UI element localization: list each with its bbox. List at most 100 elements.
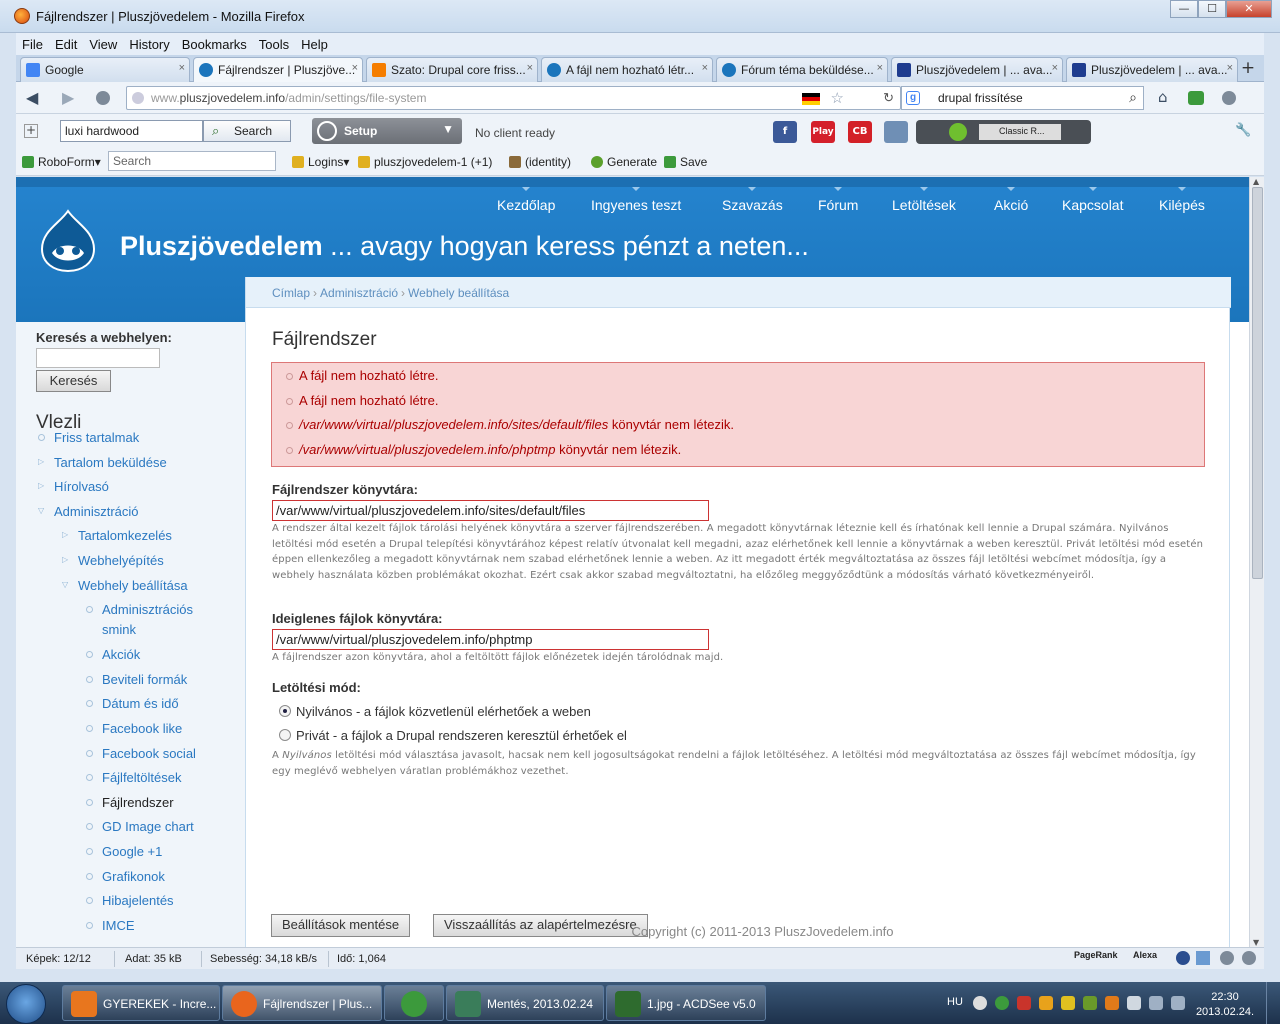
sidebar-item-continued[interactable]: smink [102, 622, 136, 637]
taskbar-item-mail[interactable]: GYEREKEK - Incre... [62, 985, 220, 1021]
language-indicator[interactable]: HU [947, 996, 963, 1008]
radio-unchecked-icon[interactable] [279, 729, 291, 741]
search-icon[interactable]: ⌕ [1129, 89, 1137, 106]
tray-icon[interactable] [1083, 996, 1097, 1010]
nav-kezdolap[interactable]: Kezdőlap [497, 187, 555, 213]
settings-icon[interactable] [1220, 951, 1234, 965]
tray-icon[interactable] [1017, 996, 1031, 1010]
generate-button[interactable]: Generate [591, 155, 657, 169]
playvids-icon[interactable]: Play [811, 121, 835, 143]
taskbar-item-firefox[interactable]: Fájlrendszer | Plus... [222, 985, 382, 1021]
home-icon[interactable]: ⌂ [1158, 88, 1168, 106]
tab-forum-tema[interactable]: Fórum téma beküldése... × [716, 57, 888, 82]
nav-akcio[interactable]: Akció [994, 187, 1028, 213]
network-icon[interactable] [1149, 996, 1163, 1010]
back-button[interactable]: ◀ [26, 88, 38, 107]
save-button[interactable]: Save [664, 155, 707, 169]
toolbar-search-button[interactable]: ⌕ Search [203, 120, 291, 142]
station-select[interactable]: Classic R... [979, 124, 1061, 140]
bookmark-star-icon[interactable]: ☆ [831, 89, 844, 107]
close-tab-icon[interactable]: × [1052, 62, 1058, 74]
facebook-icon[interactable]: f [773, 121, 797, 143]
menu-tools[interactable]: Tools [253, 37, 295, 52]
tab-fajlrendszer[interactable]: Fájlrendszer | Pluszjöve... × [193, 57, 363, 82]
login-bookmark[interactable]: pluszjovedelem-1 (+1) [358, 155, 492, 169]
tab-szato[interactable]: Szato: Drupal core friss... × [366, 57, 538, 82]
sidebar-item[interactable]: Beviteli formák [102, 672, 187, 687]
tray-icon[interactable] [1039, 996, 1053, 1010]
nav-forum[interactable]: Fórum [818, 187, 858, 213]
play-icon[interactable] [949, 123, 967, 141]
site-name[interactable]: Pluszjövedelem ... avagy hogyan keress p… [120, 231, 809, 262]
breadcrumb-adminisztracio[interactable]: Adminisztráció [320, 286, 398, 300]
cb-icon[interactable]: CB [848, 121, 872, 143]
identity-menu[interactable]: (identity) [509, 155, 571, 169]
sidebar-item[interactable]: Facebook like [102, 721, 182, 736]
sidebar-item[interactable]: GD Image chart [102, 819, 194, 834]
roboform-menu[interactable]: RoboForm▾ [22, 155, 101, 169]
nav-letoltesek[interactable]: Letöltések [892, 187, 956, 213]
close-tab-icon[interactable]: × [179, 62, 185, 74]
menu-view[interactable]: View [83, 37, 123, 52]
alexa-indicator[interactable]: Alexa [1133, 950, 1157, 960]
sidebar-item[interactable]: Adminisztráció [54, 504, 139, 519]
download-private-radio[interactable]: Privát - a fájlok a Drupal rendszeren ke… [279, 728, 627, 743]
volume-icon[interactable] [1171, 996, 1185, 1010]
utorrent-setup-dropdown[interactable]: Setup ▼ [312, 118, 462, 144]
breadcrumb-cimlap[interactable]: Címlap [272, 286, 310, 300]
settings-icon[interactable] [1222, 91, 1236, 105]
roboform-search-input[interactable]: Search [108, 151, 276, 171]
menu-file[interactable]: File [16, 37, 49, 52]
drupal-logo-icon[interactable] [38, 209, 98, 273]
tray-icon[interactable] [1061, 996, 1075, 1010]
tab-pluszjovedelem-1[interactable]: Pluszjövedelem | ... ava... × [891, 57, 1063, 82]
close-tab-icon[interactable]: × [1227, 62, 1233, 74]
sp-icon[interactable] [1196, 951, 1210, 965]
tab-google[interactable]: Google × [20, 57, 190, 82]
close-tab-icon[interactable]: × [877, 62, 883, 74]
sidebar-item[interactable]: Webhely beállítása [78, 578, 188, 593]
reload-icon[interactable]: ↻ [883, 90, 894, 106]
sidebar-item[interactable]: Adminisztrációs [102, 602, 193, 617]
close-tab-icon[interactable]: × [352, 62, 358, 74]
site-identity-icon[interactable] [132, 92, 144, 104]
scrollbar-thumb[interactable] [1252, 187, 1263, 579]
nav-ingyenes-teszt[interactable]: Ingyenes teszt [591, 187, 681, 213]
nav-szavazas[interactable]: Szavazás [722, 187, 783, 213]
sidebar-item[interactable]: Fájlfeltöltések [102, 770, 181, 785]
sidebar-item[interactable]: Akciók [102, 647, 140, 662]
menu-edit[interactable]: Edit [49, 37, 83, 52]
sidebar-item[interactable]: Tartalomkezelés [78, 528, 172, 543]
new-tab-button[interactable]: + [1236, 58, 1260, 80]
taskbar-item-acdsee[interactable]: 1.jpg - ACDSee v5.0 [606, 985, 766, 1021]
google-search-engine-icon[interactable]: g [906, 91, 920, 105]
sidebar-item[interactable]: Webhelyépítés [78, 553, 164, 568]
taskbar-item-chrome[interactable] [384, 985, 444, 1021]
sidebar-item[interactable]: Hibajelentés [102, 893, 174, 908]
taskbar-item-document[interactable]: Mentés, 2013.02.24 [446, 985, 604, 1021]
tray-icon[interactable] [973, 996, 987, 1010]
maximize-button[interactable]: ☐ [1198, 0, 1226, 18]
sidebar-item[interactable]: Friss tartalmak [54, 430, 139, 445]
sidebar-item[interactable]: Facebook social [102, 746, 196, 761]
sidebar-search-input[interactable] [36, 348, 160, 368]
sidebar-item[interactable]: Fájlrendszer [102, 795, 174, 810]
menu-bookmarks[interactable]: Bookmarks [176, 37, 253, 52]
nav-kapcsolat[interactable]: Kapcsolat [1062, 187, 1123, 213]
extension-icon[interactable] [1188, 91, 1204, 105]
close-window-button[interactable]: ✕ [1226, 0, 1272, 18]
temp-directory-input[interactable]: /var/www/virtual/pluszjovedelem.info/php… [272, 629, 709, 650]
logins-menu[interactable]: Logins▾ [292, 155, 349, 169]
sidebar-search-button[interactable]: Keresés [36, 370, 111, 392]
add-icon[interactable]: + [24, 124, 38, 138]
tray-icon[interactable] [1105, 996, 1119, 1010]
radio-checked-icon[interactable] [279, 705, 291, 717]
wrench-icon[interactable]: 🔧 [1235, 123, 1251, 138]
utorrent-tray-icon[interactable] [995, 996, 1009, 1010]
search-bar[interactable]: g drupal frissítése ⌕ [901, 86, 1144, 110]
tab-pluszjovedelem-2[interactable]: Pluszjövedelem | ... ava... × [1066, 57, 1238, 82]
nav-kilepes[interactable]: Kilépés [1159, 187, 1205, 213]
addon-icon[interactable] [1242, 951, 1256, 965]
clock[interactable]: 22:30 2013.02.24. [1195, 990, 1255, 1020]
show-desktop-button[interactable] [1266, 982, 1280, 1024]
